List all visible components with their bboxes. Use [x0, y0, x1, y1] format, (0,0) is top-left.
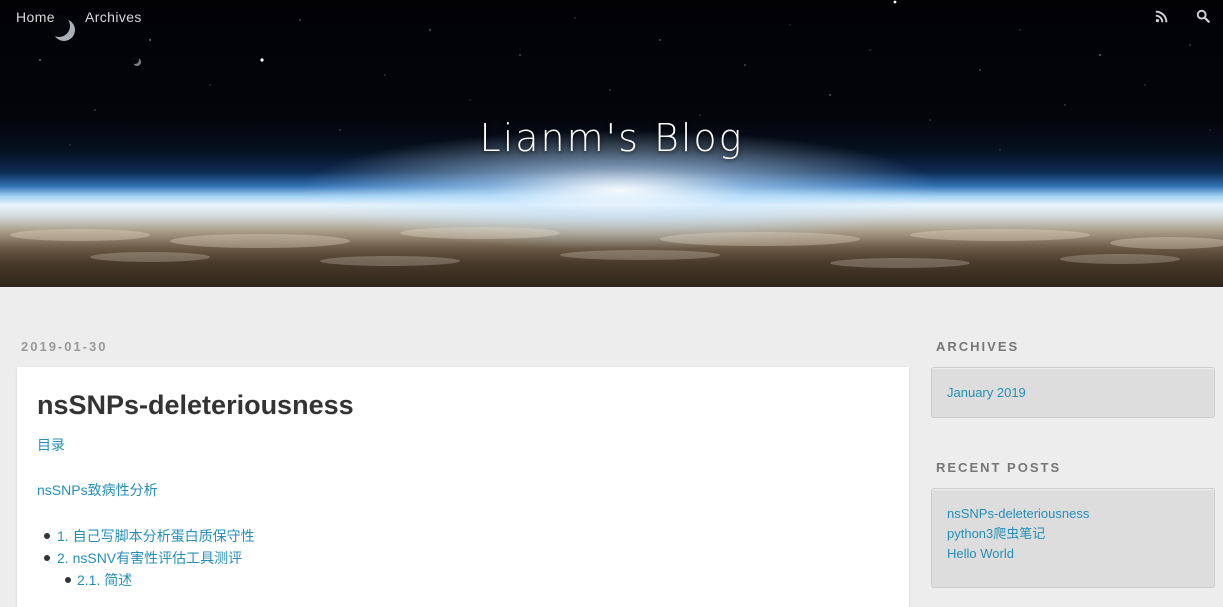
search-icon[interactable] [1193, 6, 1213, 26]
sidebar: ARCHIVES January 2019 RECENT POSTS nsSNP… [931, 337, 1215, 588]
section-heading-link[interactable]: nsSNPs致病性分析 [37, 482, 158, 498]
recent-post-item: nsSNPs-deleteriousness [947, 504, 1199, 524]
nav-home-link[interactable]: Home [16, 9, 55, 25]
toc-link[interactable]: 目录 [37, 437, 65, 453]
nav-archives-link[interactable]: Archives [85, 9, 142, 25]
header-icon-group [1151, 6, 1213, 26]
toc-list: 1. 自己写脚本分析蛋白质保守性 2. nsSNV有害性评估工具测评 2.1. … [37, 525, 889, 591]
recent-posts-widget: RECENT POSTS nsSNPs-deleteriousness pyth… [931, 458, 1215, 588]
recent-posts-box: nsSNPs-deleteriousness python3爬虫笔记 Hello… [931, 488, 1215, 588]
toc-subitem: 2.1. 简述 [37, 569, 889, 591]
archives-widget-title: ARCHIVES [936, 339, 1020, 354]
archive-list-item: January 2019 [947, 384, 1199, 402]
main-content: 2019-01-30 nsSNPs-deleteriousness 目录 nsS… [17, 337, 909, 607]
recent-post-link[interactable]: nsSNPs-deleteriousness [947, 506, 1089, 521]
blog-title[interactable]: Lianm's Blog [0, 116, 1223, 160]
recent-post-item: Hello World [947, 544, 1199, 564]
recent-post-link[interactable]: python3爬虫笔记 [947, 526, 1045, 541]
post-title[interactable]: nsSNPs-deleteriousness [37, 389, 889, 421]
post-card: nsSNPs-deleteriousness 目录 nsSNPs致病性分析 1.… [17, 367, 909, 607]
site-header: Home Archives Lianm's Blog [0, 0, 1223, 287]
cloud-layer-background [10, 227, 1223, 268]
recent-post-item: python3爬虫笔记 [947, 524, 1199, 544]
archives-box: January 2019 [931, 367, 1215, 418]
toc-item: 2. nsSNV有害性评估工具测评 [37, 547, 889, 569]
archives-widget: ARCHIVES January 2019 [931, 337, 1215, 418]
recent-posts-widget-title: RECENT POSTS [936, 460, 1062, 475]
toc-subitem-link[interactable]: 2.1. 简述 [77, 572, 132, 588]
main-nav: Home Archives [16, 9, 142, 25]
recent-post-link[interactable]: Hello World [947, 546, 1014, 561]
toc-item-link[interactable]: 2. nsSNV有害性评估工具测评 [57, 550, 242, 566]
post-date[interactable]: 2019-01-30 [21, 337, 909, 357]
toc-item-link[interactable]: 1. 自己写脚本分析蛋白质保守性 [57, 528, 255, 544]
toc-item: 1. 自己写脚本分析蛋白质保守性 [37, 525, 889, 547]
post-body: 目录 nsSNPs致病性分析 1. 自己写脚本分析蛋白质保守性 2. nsSNV… [37, 435, 889, 591]
archive-link[interactable]: January 2019 [947, 385, 1026, 400]
rss-icon[interactable] [1151, 6, 1171, 26]
